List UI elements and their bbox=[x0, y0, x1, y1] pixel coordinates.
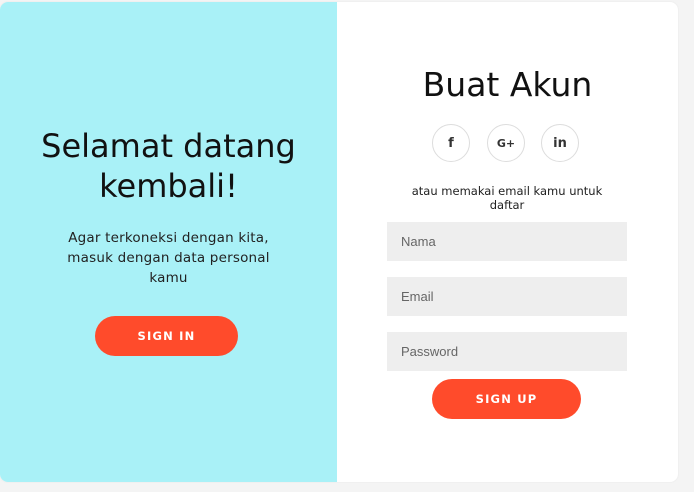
facebook-icon[interactable]: f bbox=[432, 124, 470, 162]
welcome-message: Agar terkoneksi dengan kita, masuk denga… bbox=[67, 230, 270, 286]
welcome-panel: Selamat datang kembali! Agar terkoneksi … bbox=[0, 2, 337, 482]
password-input[interactable] bbox=[387, 332, 627, 371]
welcome-title: Selamat datang kembali! bbox=[41, 127, 296, 205]
sign-up-button[interactable]: SIGN UP bbox=[432, 379, 581, 419]
form-title: Buat Akun bbox=[422, 65, 593, 104]
linkedin-icon[interactable]: in bbox=[541, 124, 579, 162]
google-plus-icon[interactable]: G+ bbox=[487, 124, 525, 162]
signup-form: Buat Akun f G+ in atau memakai email kam… bbox=[337, 2, 678, 482]
email-input[interactable] bbox=[387, 277, 627, 316]
form-subtitle: atau memakai email kamu untuk daftar bbox=[411, 184, 603, 212]
auth-card: Selamat datang kembali! Agar terkoneksi … bbox=[0, 2, 678, 482]
sign-in-button[interactable]: SIGN IN bbox=[95, 316, 238, 356]
name-input[interactable] bbox=[387, 222, 627, 261]
